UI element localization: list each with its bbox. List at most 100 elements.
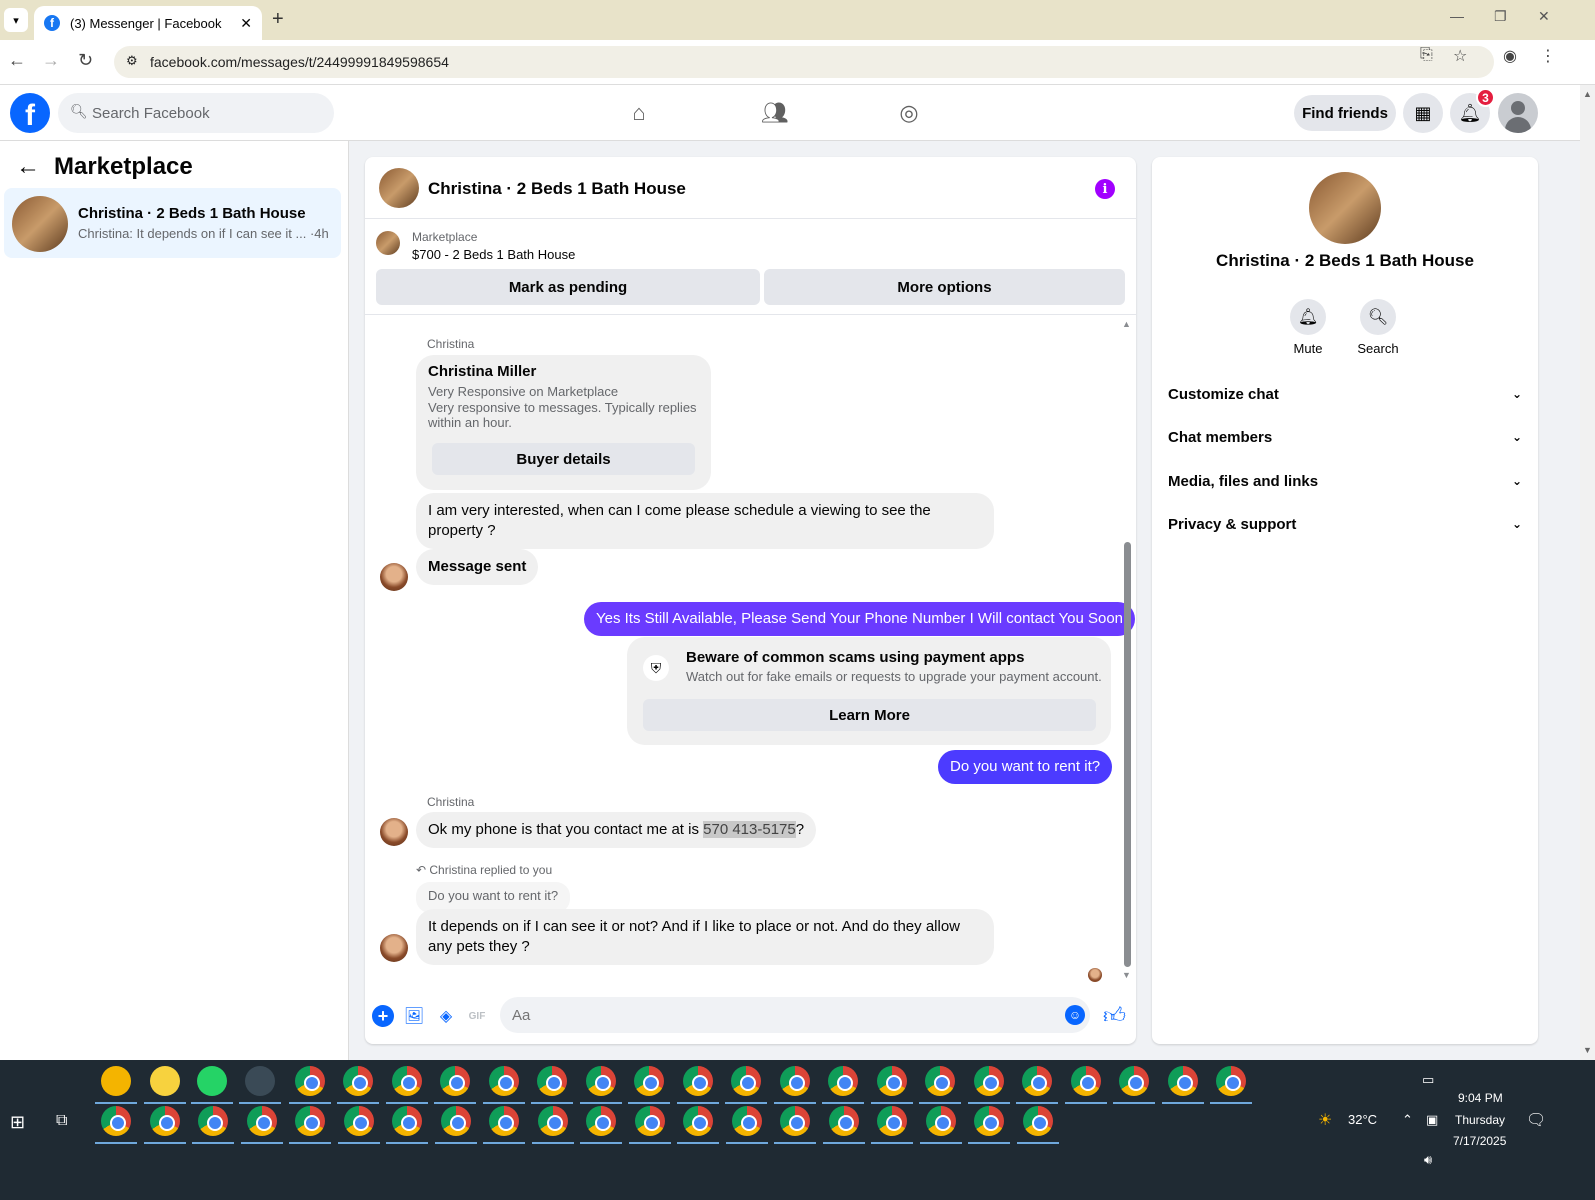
minimize-icon[interactable]: — <box>1450 8 1464 24</box>
media-files-links-section[interactable]: Media, files and links ⌄ <box>1168 466 1522 496</box>
listing-thumbnail[interactable] <box>376 231 400 255</box>
chat-info-avatar[interactable] <box>1309 172 1381 244</box>
reload-icon[interactable]: ↻ <box>78 50 93 71</box>
clock-date[interactable]: 7/17/2025 <box>1453 1134 1506 1148</box>
chevron-up-icon[interactable]: ⌃ <box>1402 1112 1413 1128</box>
whatsapp-icon[interactable] <box>197 1066 227 1096</box>
groups-icon[interactable]: ◎ <box>895 99 923 127</box>
scroll-down-arrow-icon[interactable]: ▼ <box>1122 970 1131 980</box>
sender-avatar[interactable] <box>380 934 408 962</box>
chrome-profile-icon[interactable] <box>925 1066 955 1096</box>
chrome-profile-icon[interactable] <box>1022 1066 1052 1096</box>
home-icon[interactable]: ⌂ <box>625 99 653 127</box>
chat-members-section[interactable]: Chat members ⌄ <box>1168 422 1522 452</box>
chrome-profile-icon[interactable] <box>295 1106 325 1136</box>
weather-icon[interactable]: ☀ <box>1318 1110 1332 1130</box>
chrome-profile-icon[interactable] <box>1022 1106 1053 1136</box>
listing-price-title[interactable]: $700 - 2 Beds 1 Bath House <box>412 247 575 262</box>
windows-start-icon[interactable]: ⊞ <box>10 1112 25 1133</box>
scroll-up-arrow-icon[interactable]: ▲ <box>1583 89 1592 99</box>
chrome-profile-icon[interactable] <box>537 1106 568 1136</box>
gif-icon[interactable]: GIF <box>466 1005 488 1027</box>
emoji-icon[interactable]: ☺ <box>1065 1005 1085 1025</box>
chrome-profile-icon[interactable] <box>973 1066 1004 1096</box>
back-icon[interactable]: ← <box>8 50 26 71</box>
page-scrollbar[interactable]: ▲ ▼ <box>1580 85 1595 1060</box>
clock-day[interactable]: Thursday <box>1455 1113 1505 1127</box>
chat-scrollbar-thumb[interactable] <box>1124 542 1131 967</box>
chrome-profile-icon[interactable] <box>585 1066 616 1096</box>
chrome-profile-icon[interactable] <box>925 1106 956 1136</box>
privacy-support-section[interactable]: Privacy & support ⌄ <box>1168 509 1522 539</box>
menu-grid-icon[interactable]: ▦ <box>1403 93 1443 133</box>
site-info-icon[interactable]: ⚙ <box>126 53 138 69</box>
chrome-profile-icon[interactable] <box>779 1066 810 1096</box>
chat-avatar[interactable] <box>379 168 419 208</box>
chrome-profile-icon[interactable] <box>489 1106 519 1136</box>
chrome-icon[interactable] <box>295 1066 325 1096</box>
forward-icon[interactable]: → <box>42 50 60 71</box>
task-view-icon[interactable]: ⧉ <box>56 1112 67 1130</box>
chrome-profile-icon[interactable] <box>828 1106 859 1136</box>
browser-menu-icon[interactable]: ⋮ <box>1540 46 1556 66</box>
sender-avatar[interactable] <box>380 563 408 591</box>
chrome-profile-icon[interactable] <box>731 1066 761 1096</box>
chrome-profile-icon[interactable] <box>682 1066 713 1096</box>
file-explorer-icon[interactable] <box>101 1066 131 1096</box>
chrome-profile-icon[interactable] <box>1216 1066 1246 1096</box>
chrome-profile-icon[interactable] <box>828 1066 858 1096</box>
chrome-profile-icon[interactable] <box>198 1106 228 1136</box>
chrome-profile-icon[interactable] <box>246 1106 277 1136</box>
chat-title[interactable]: Christina · 2 Beds 1 Bath House <box>428 179 686 199</box>
chrome-profile-icon[interactable] <box>1119 1066 1149 1096</box>
chrome-profile-icon[interactable] <box>149 1106 180 1136</box>
search-conversation-button[interactable]: 🔍︎ Search <box>1348 299 1408 356</box>
chrome-profile-icon[interactable] <box>1167 1066 1198 1096</box>
chrome-profile-icon[interactable] <box>877 1106 907 1136</box>
back-arrow-icon[interactable]: ← <box>16 153 40 181</box>
more-options-button[interactable]: More options <box>764 269 1125 305</box>
network-status-icon[interactable]: ▭ <box>1422 1072 1434 1088</box>
chrome-profile-icon[interactable] <box>440 1066 470 1096</box>
chrome-profile-icon[interactable] <box>392 1106 422 1136</box>
install-app-icon[interactable]: ⎘ <box>1420 46 1433 64</box>
mute-button[interactable]: 🔔︎ Mute <box>1278 299 1338 356</box>
new-tab-button[interactable]: + <box>272 8 284 31</box>
facebook-search-input[interactable]: 🔍︎ Search Facebook <box>58 93 334 133</box>
sticky-notes-icon[interactable] <box>150 1066 180 1096</box>
facebook-logo-icon[interactable]: f <box>10 93 50 133</box>
plus-actions-icon[interactable]: + <box>372 1005 394 1027</box>
chrome-profile-icon[interactable] <box>343 1106 374 1136</box>
chrome-profile-icon[interactable] <box>731 1106 762 1136</box>
window-close-icon[interactable]: ✕ <box>1538 8 1550 25</box>
bookmark-star-icon[interactable]: ☆ <box>1453 46 1467 66</box>
volume-icon[interactable]: 🔊︎ <box>1424 1152 1432 1168</box>
find-friends-button[interactable]: Find friends <box>1294 95 1396 131</box>
temperature-text[interactable]: 32°C <box>1348 1112 1377 1127</box>
chrome-profile-icon[interactable] <box>634 1066 664 1096</box>
sender-avatar[interactable] <box>380 818 408 846</box>
scroll-down-arrow-icon[interactable]: ▼ <box>1583 1045 1592 1055</box>
friends-icon[interactable]: 👥︎ <box>761 99 789 127</box>
tab-search-dropdown-icon[interactable]: ▾ <box>4 8 28 32</box>
chrome-profile-icon[interactable] <box>1070 1066 1101 1096</box>
profile-icon[interactable]: ◉ <box>1503 46 1517 66</box>
mark-as-pending-button[interactable]: Mark as pending <box>376 269 760 305</box>
restore-icon[interactable]: ❐ <box>1494 8 1507 25</box>
message-input[interactable] <box>500 997 1090 1033</box>
customize-chat-section[interactable]: Customize chat ⌄ <box>1168 379 1522 409</box>
pinned-app-icon[interactable] <box>245 1066 275 1096</box>
learn-more-button[interactable]: Learn More <box>643 699 1096 731</box>
address-bar[interactable]: ⚙ facebook.com/messages/t/24499991849598… <box>114 46 1494 78</box>
thumbs-up-icon[interactable]: 👍︎ <box>1103 1002 1126 1029</box>
notifications-center-icon[interactable]: 🗨︎ <box>1526 1110 1546 1130</box>
chrome-profile-icon[interactable] <box>876 1066 907 1096</box>
scroll-up-arrow-icon[interactable]: ▲ <box>1122 319 1131 329</box>
chrome-profile-icon[interactable] <box>391 1066 422 1096</box>
chrome-profile-icon[interactable] <box>537 1066 567 1096</box>
clock-time[interactable]: 9:04 PM <box>1458 1091 1503 1105</box>
attach-photo-icon[interactable]: 🖼︎ <box>403 1005 425 1027</box>
meet-now-icon[interactable]: ▣ <box>1426 1112 1438 1128</box>
chrome-profile-icon[interactable] <box>440 1106 471 1136</box>
browser-tab[interactable]: f (3) Messenger | Facebook ✕ <box>34 6 262 40</box>
